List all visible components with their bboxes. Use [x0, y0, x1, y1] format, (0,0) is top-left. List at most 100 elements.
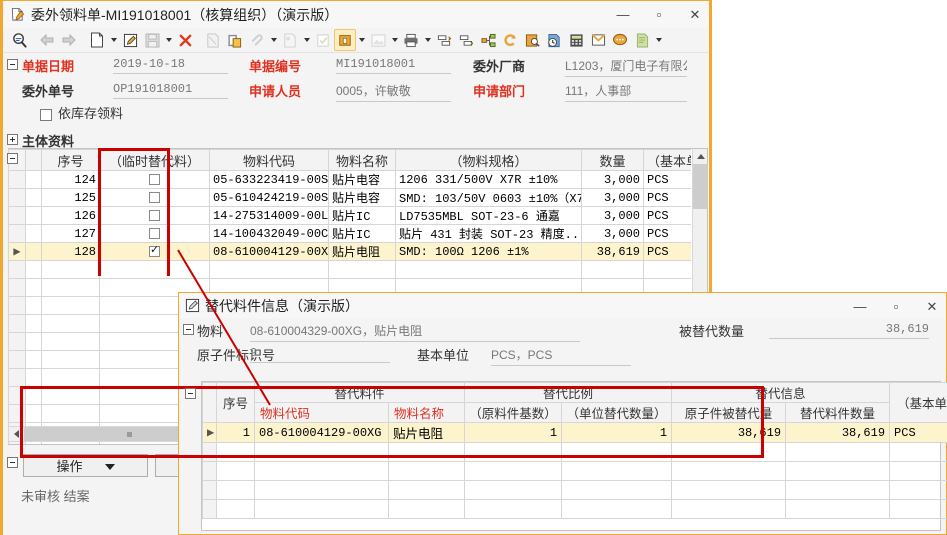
new-document-dropdown-icon[interactable]	[108, 29, 119, 51]
table-row[interactable]: ▶ 1 08-610004129-00XG 贴片电阻 1 1 38,619 38…	[203, 423, 947, 443]
header-temp-alt[interactable]: （临时替代料）	[100, 150, 210, 171]
forward-arrow-icon[interactable]	[58, 29, 80, 51]
header-collapse-toggle[interactable]	[7, 59, 18, 70]
audit-log-icon[interactable]	[521, 29, 543, 51]
table-row[interactable]	[203, 443, 947, 462]
header-material-spec[interactable]: （物料规格）	[396, 150, 582, 171]
new-document-icon[interactable]	[86, 29, 108, 51]
submit-dropdown-icon[interactable]	[301, 29, 312, 51]
cell-temp-alt[interactable]	[100, 189, 210, 207]
dlg-header-material-name[interactable]: 物料名称	[389, 403, 465, 423]
table-row[interactable]: 124 05-633223419-00SX 贴片电容 1206 331/500V…	[9, 171, 692, 189]
refresh-icon[interactable]	[499, 29, 521, 51]
dialog-header-collapse-toggle[interactable]	[183, 324, 194, 335]
substitute-grid[interactable]: 序号 替代料件 替代比例 替代信息 （基本单位） 物料代码 物料名称 （原料件基…	[201, 381, 941, 531]
workflow-icon[interactable]	[477, 29, 499, 51]
comment-icon[interactable]	[609, 29, 631, 51]
back-arrow-icon[interactable]	[36, 29, 58, 51]
dialog-title: 替代料件信息（演示版）	[205, 296, 359, 316]
flow-prev-icon[interactable]	[433, 29, 455, 51]
grid-collapse-toggle[interactable]	[7, 153, 18, 164]
scroll-up-icon[interactable]	[693, 149, 708, 164]
dlg-header-unit-alt-qty[interactable]: （单位替代数量）	[562, 403, 672, 423]
operation-button[interactable]: 操作	[23, 454, 148, 477]
scroll-thumb[interactable]	[693, 164, 708, 209]
row-blank	[26, 189, 42, 207]
cell-material-code: 05-610424219-00SX	[210, 189, 329, 207]
row-marker: ▶	[203, 423, 217, 443]
dlg-header-alt-qty[interactable]: 替代料件数量	[786, 403, 890, 423]
supplier-value[interactable]: L1203，厦门电子有限公	[565, 57, 687, 77]
cell-unit-alt-qty: 1	[562, 423, 672, 443]
unlock-icon[interactable]	[334, 29, 356, 51]
table-row[interactable]: 126 14-275314009-00LD 贴片IC LD7535MBL SOT…	[9, 207, 692, 225]
attach-dropdown-icon[interactable]	[268, 29, 279, 51]
calculator-icon[interactable]	[565, 29, 587, 51]
cell-atom-replaced: 38,619	[672, 423, 786, 443]
history-icon[interactable]	[543, 29, 565, 51]
table-row[interactable]	[203, 462, 947, 481]
cell-material-name: 贴片IC	[329, 207, 396, 225]
cell-temp-alt[interactable]	[100, 171, 210, 189]
mail-icon[interactable]	[587, 29, 609, 51]
picture-dropdown-icon[interactable]	[389, 29, 400, 51]
cell-material-name: 贴片电容	[329, 171, 396, 189]
replaced-qty-value[interactable]: 38,619	[769, 322, 929, 339]
delete-icon[interactable]	[174, 29, 196, 51]
header-seq[interactable]: 序号	[42, 150, 100, 171]
table-row[interactable]	[203, 481, 947, 500]
header-material-code[interactable]: 物料代码	[210, 150, 329, 171]
bill-no-value[interactable]: MI191018001	[336, 57, 451, 74]
table-row[interactable]	[9, 261, 692, 279]
cell-temp-alt[interactable]	[100, 243, 210, 261]
main-title-bar: 委外领料单-MI191018001（核算组织）（演示版） — ▫ ✕	[3, 1, 709, 28]
dlg-header-seq[interactable]: 序号	[217, 383, 255, 423]
print-dropdown-icon[interactable]	[422, 29, 433, 51]
cell-seq: 128	[42, 243, 100, 261]
table-row[interactable]: ▶ 128 08-610004129-00XG 贴片电阻 SMD: 100Ω 1…	[9, 243, 692, 261]
table-row[interactable]	[203, 500, 947, 519]
flow-next-icon[interactable]	[455, 29, 477, 51]
outsource-no-value[interactable]: OP191018001	[113, 82, 228, 99]
bill-date-value[interactable]: 2019-10-18	[113, 57, 228, 74]
save-dropdown-icon[interactable]	[163, 29, 174, 51]
table-row[interactable]: 127 14-100432049-00CJ 贴片IC 贴片 431 封装 SOT…	[9, 225, 692, 243]
scroll-left-icon[interactable]	[9, 427, 24, 441]
applicant-value[interactable]: 0005，许敏敬	[336, 82, 451, 102]
minimize-button[interactable]: —	[615, 7, 631, 22]
paste-icon[interactable]	[224, 29, 246, 51]
footer-collapse-toggle[interactable]	[7, 457, 18, 468]
submit-icon	[279, 29, 301, 51]
cell-temp-alt[interactable]	[100, 225, 210, 243]
main-window-controls: — ▫ ✕	[615, 1, 703, 28]
dept-value[interactable]: 111，人事部	[565, 82, 687, 102]
dialog-grid-collapse-toggle[interactable]	[185, 388, 196, 399]
dlg-header-material-code[interactable]: 物料代码	[255, 403, 389, 423]
substitute-grid-sub-header-row: 物料代码 物料名称 （原料件基数） （单位替代数量） 原子件被替代量 替代料件数…	[203, 403, 947, 423]
header-base-unit[interactable]: （基本单位）	[644, 150, 692, 171]
dlg-header-atom-replaced[interactable]: 原子件被替代量	[672, 403, 786, 423]
header-qty[interactable]: 数量	[582, 150, 644, 171]
header-material-name[interactable]: 物料名称	[329, 150, 396, 171]
edit-icon[interactable]	[119, 29, 141, 51]
dialog-maximize-button[interactable]: ▫	[888, 299, 904, 314]
table-row[interactable]: 125 05-610424219-00SX 贴片电容 SMD: 103/50V …	[9, 189, 692, 207]
row-blank	[26, 207, 42, 225]
maximize-button[interactable]: ▫	[651, 7, 667, 22]
stock-issue-checkbox[interactable]	[40, 106, 52, 124]
dialog-close-button[interactable]: ✕	[924, 299, 940, 315]
dialog-material-value[interactable]: 08-610004329-00XG，贴片电阻	[250, 322, 580, 342]
chevron-down-icon	[105, 458, 115, 473]
dlg-header-base-qty[interactable]: （原料件基数）	[465, 403, 562, 423]
unlock-dropdown-icon[interactable]	[356, 29, 367, 51]
toolbar-overflow-icon[interactable]	[653, 29, 664, 51]
atom-id-value[interactable]: 9	[250, 346, 390, 363]
dlg-header-base-unit[interactable]: （基本单位）	[890, 383, 947, 423]
preview-icon[interactable]	[8, 29, 30, 51]
main-section-expander[interactable]	[7, 134, 18, 145]
print-icon[interactable]	[400, 29, 422, 51]
dialog-minimize-button[interactable]: —	[852, 299, 868, 314]
base-unit-value[interactable]: PCS，PCS	[491, 346, 631, 366]
close-button[interactable]: ✕	[687, 7, 703, 23]
cell-temp-alt[interactable]	[100, 207, 210, 225]
